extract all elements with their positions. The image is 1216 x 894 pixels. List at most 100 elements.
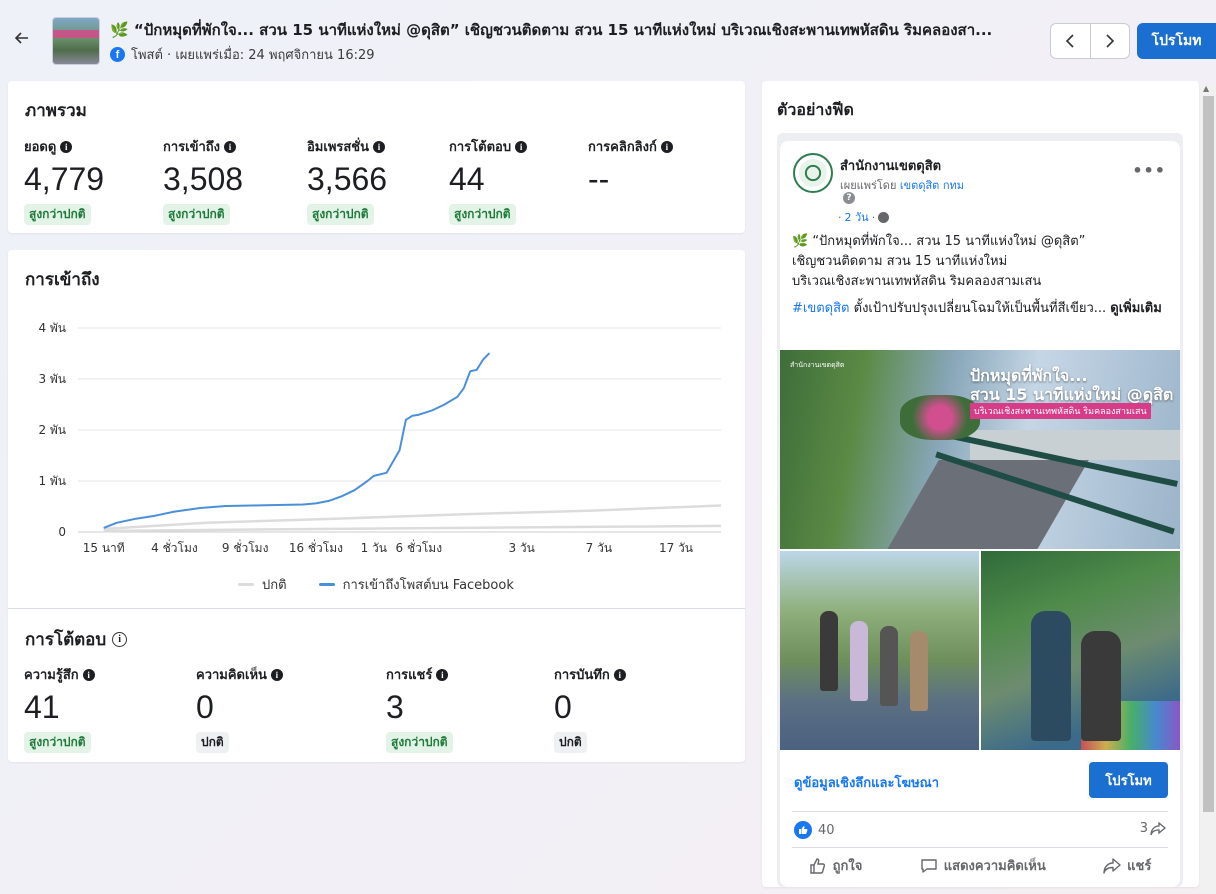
like-reaction-icon bbox=[794, 821, 812, 839]
share-button[interactable]: แชร์ bbox=[1103, 855, 1151, 876]
post-image-main[interactable]: สำนักงานเขตดุสิต ปักหมุดที่พักใจ... สวน … bbox=[780, 350, 1180, 549]
divider bbox=[792, 847, 1168, 848]
promote-button[interactable]: โปรโมท bbox=[1137, 23, 1216, 59]
image-overlay-title: ปักหมุดที่พักใจ... สวน 15 นาทีแห่งใหม่ @… bbox=[970, 366, 1173, 404]
x-tick-label: 7 วัน bbox=[586, 541, 612, 555]
legend-item-normal[interactable]: ปกติ bbox=[238, 574, 287, 595]
metric-views: ยอดดู i 4,779 สูงกว่าปกติ bbox=[24, 136, 104, 225]
legend-swatch bbox=[318, 583, 335, 586]
post-image-left[interactable] bbox=[780, 551, 979, 750]
post-text-line: ตั้งเป้าปรับปรุงเปลี่ยนโฉมให้เป็นพื้นที่… bbox=[853, 301, 1107, 316]
shares-summary[interactable]: 3 bbox=[1140, 821, 1166, 836]
feed-preview-title: ตัวอย่างฟีด bbox=[777, 100, 854, 119]
post-image-right[interactable] bbox=[981, 551, 1180, 750]
post-header: 🌿 “ปักหมุดที่พักใจ... สวน 15 นาทีแห่งใหม… bbox=[0, 0, 1216, 80]
comment-button[interactable]: แสดงความคิดเห็น bbox=[920, 855, 1046, 876]
status-badge: สูงกว่าปกติ bbox=[24, 204, 91, 225]
action-label: ถูกใจ bbox=[832, 859, 863, 874]
info-circle-icon[interactable]: i bbox=[112, 632, 128, 647]
status-badge: สูงกว่าปกติ bbox=[307, 204, 374, 225]
feed-preview-card: ตัวอย่างฟีด สำนักงานเขตดุสิต เผยแพร่โดย … bbox=[762, 81, 1199, 887]
thumbs-up-icon bbox=[809, 857, 825, 874]
image-title-line: สวน 15 นาทีแห่งใหม่ @ดุสิต bbox=[970, 385, 1174, 404]
previous-post-button[interactable] bbox=[1051, 24, 1090, 58]
info-icon[interactable]: i bbox=[660, 140, 673, 153]
feed-preview-frame: สำนักงานเขตดุสิต เผยแพร่โดย เขตดุสิต กทม… bbox=[777, 133, 1183, 887]
time-separator: · bbox=[838, 210, 842, 224]
overview-card: ภาพรวม ยอดดู i 4,779 สูงกว่าปกติ การเข้าถ… bbox=[8, 81, 745, 233]
back-arrow-icon[interactable] bbox=[14, 30, 38, 52]
scroll-up-arrow-icon[interactable]: ▲ bbox=[1203, 84, 1209, 93]
info-icon[interactable]: i bbox=[82, 668, 95, 681]
x-tick-label: 4 ชั่วโมง bbox=[151, 539, 198, 555]
metric-shares: การแชร์ i 3 สูงกว่าปกติ bbox=[386, 664, 453, 753]
legend-swatch bbox=[238, 583, 254, 586]
image-overlay-band: บริเวณเชิงสะพานเทพหัสดิน ริมคลองสามเสน bbox=[970, 403, 1151, 419]
metric-label: ความคิดเห็น bbox=[196, 668, 267, 683]
reactions-summary[interactable]: 40 bbox=[794, 821, 835, 839]
hashtag-link[interactable]: #เขตดุสิต bbox=[792, 301, 849, 316]
post-navigation bbox=[1050, 23, 1130, 59]
chevron-left-icon bbox=[1066, 34, 1074, 48]
post-meta: โพสต์ · เผยแพร่เมื่อ: 24 พฤศจิกายน 16:29 bbox=[131, 48, 375, 63]
next-post-button[interactable] bbox=[1089, 24, 1130, 58]
series-line-normal[interactable] bbox=[103, 524, 722, 533]
metric-reactions: ความรู้สึก i 41 สูงกว่าปกติ bbox=[24, 664, 95, 753]
chevron-right-icon bbox=[1106, 34, 1114, 48]
interactions-title: การโต้ตอบ i bbox=[25, 626, 128, 653]
post-body: 🌿 “ปักหมุดที่พักใจ... สวน 15 นาทีแห่งใหม… bbox=[792, 232, 1168, 292]
reach-card: การเข้าถึง 0 1 พัน 2 พัน 3 พัน 4 พัน 15 นาที 4… bbox=[8, 250, 745, 762]
metric-value: -- bbox=[588, 161, 610, 197]
published-by-link[interactable]: เขตดุสิต กทม bbox=[900, 179, 964, 192]
legend-label: ปกติ bbox=[262, 578, 287, 593]
question-icon[interactable]: ? bbox=[843, 192, 855, 204]
status-badge: ปกติ bbox=[196, 732, 229, 753]
scrollbar-thumb[interactable] bbox=[1203, 96, 1214, 812]
post-actions: ถูกใจ แสดงความคิดเห็น แชร์ bbox=[780, 855, 1180, 876]
post-subtitle: f โพสต์ · เผยแพร่เมื่อ: 24 พฤศจิกายน 16:… bbox=[110, 44, 375, 65]
x-tick-label: 17 วัน bbox=[659, 541, 693, 555]
info-icon[interactable]: i bbox=[515, 140, 528, 153]
published-prefix: เผยแพร่โดย bbox=[840, 179, 897, 192]
x-tick-label: 16 ชั่วโมง bbox=[289, 539, 343, 555]
y-tick-label: 4 พัน bbox=[38, 321, 66, 335]
page-name[interactable]: สำนักงานเขตดุสิต bbox=[840, 155, 941, 176]
divider bbox=[8, 608, 745, 609]
x-tick-label: 9 ชั่วโมง bbox=[222, 539, 269, 555]
comment-icon bbox=[921, 858, 937, 873]
metric-label: การคลิกลิงก์ bbox=[588, 140, 657, 155]
promote-post-button[interactable]: โปรโมท bbox=[1089, 762, 1168, 798]
metric-label: การเข้าถึง bbox=[163, 140, 221, 155]
info-icon[interactable]: i bbox=[270, 668, 283, 681]
info-icon[interactable]: i bbox=[613, 668, 626, 681]
y-tick-label: 0 bbox=[58, 525, 66, 539]
time-separator: · bbox=[871, 210, 876, 224]
like-button[interactable]: ถูกใจ bbox=[809, 855, 863, 876]
info-icon[interactable]: i bbox=[224, 140, 237, 153]
y-tick-label: 3 พัน bbox=[38, 372, 66, 386]
y-tick-label: 2 พัน bbox=[38, 423, 66, 437]
page-avatar[interactable] bbox=[793, 153, 833, 193]
more-options-icon[interactable]: ••• bbox=[1132, 161, 1166, 180]
info-icon[interactable]: i bbox=[373, 140, 386, 153]
status-badge: สูงกว่าปกติ bbox=[449, 204, 516, 225]
legend-item-post-reach[interactable]: การเข้าถึงโพสต์บน Facebook bbox=[318, 574, 514, 595]
metric-reach: การเข้าถึง i 3,508 สูงกว่าปกติ bbox=[163, 136, 243, 225]
metric-value: 3,566 bbox=[307, 161, 388, 197]
insights-ads-link[interactable]: ดูข้อมูลเชิงลึกและโฆษณา bbox=[794, 772, 939, 793]
info-icon[interactable]: i bbox=[436, 668, 449, 681]
metric-label: ความรู้สึก bbox=[24, 668, 79, 683]
metric-value: 3 bbox=[386, 689, 404, 725]
info-icon[interactable]: i bbox=[60, 140, 73, 153]
post-time-link[interactable]: 2 วัน bbox=[845, 208, 869, 226]
metric-saves: การบันทึก i 0 ปกติ bbox=[554, 664, 626, 753]
y-tick-label: 1 พัน bbox=[38, 474, 66, 488]
post-hashtag-line: #เขตดุสิต ตั้งเป้าปรับปรุงเปลี่ยนโฉมให้เ… bbox=[792, 298, 1162, 320]
status-badge: สูงกว่าปกติ bbox=[163, 204, 230, 225]
status-badge: ปกติ bbox=[554, 732, 587, 753]
x-tick-label: 3 วัน bbox=[508, 541, 534, 555]
action-label: แชร์ bbox=[1127, 859, 1152, 874]
reach-title: การเข้าถึง bbox=[25, 270, 100, 290]
metric-impressions: อิมเพรสชั่น i 3,566 สูงกว่าปกติ bbox=[307, 136, 387, 225]
see-more-link[interactable]: ดูเพิ่มเติม bbox=[1110, 301, 1161, 316]
